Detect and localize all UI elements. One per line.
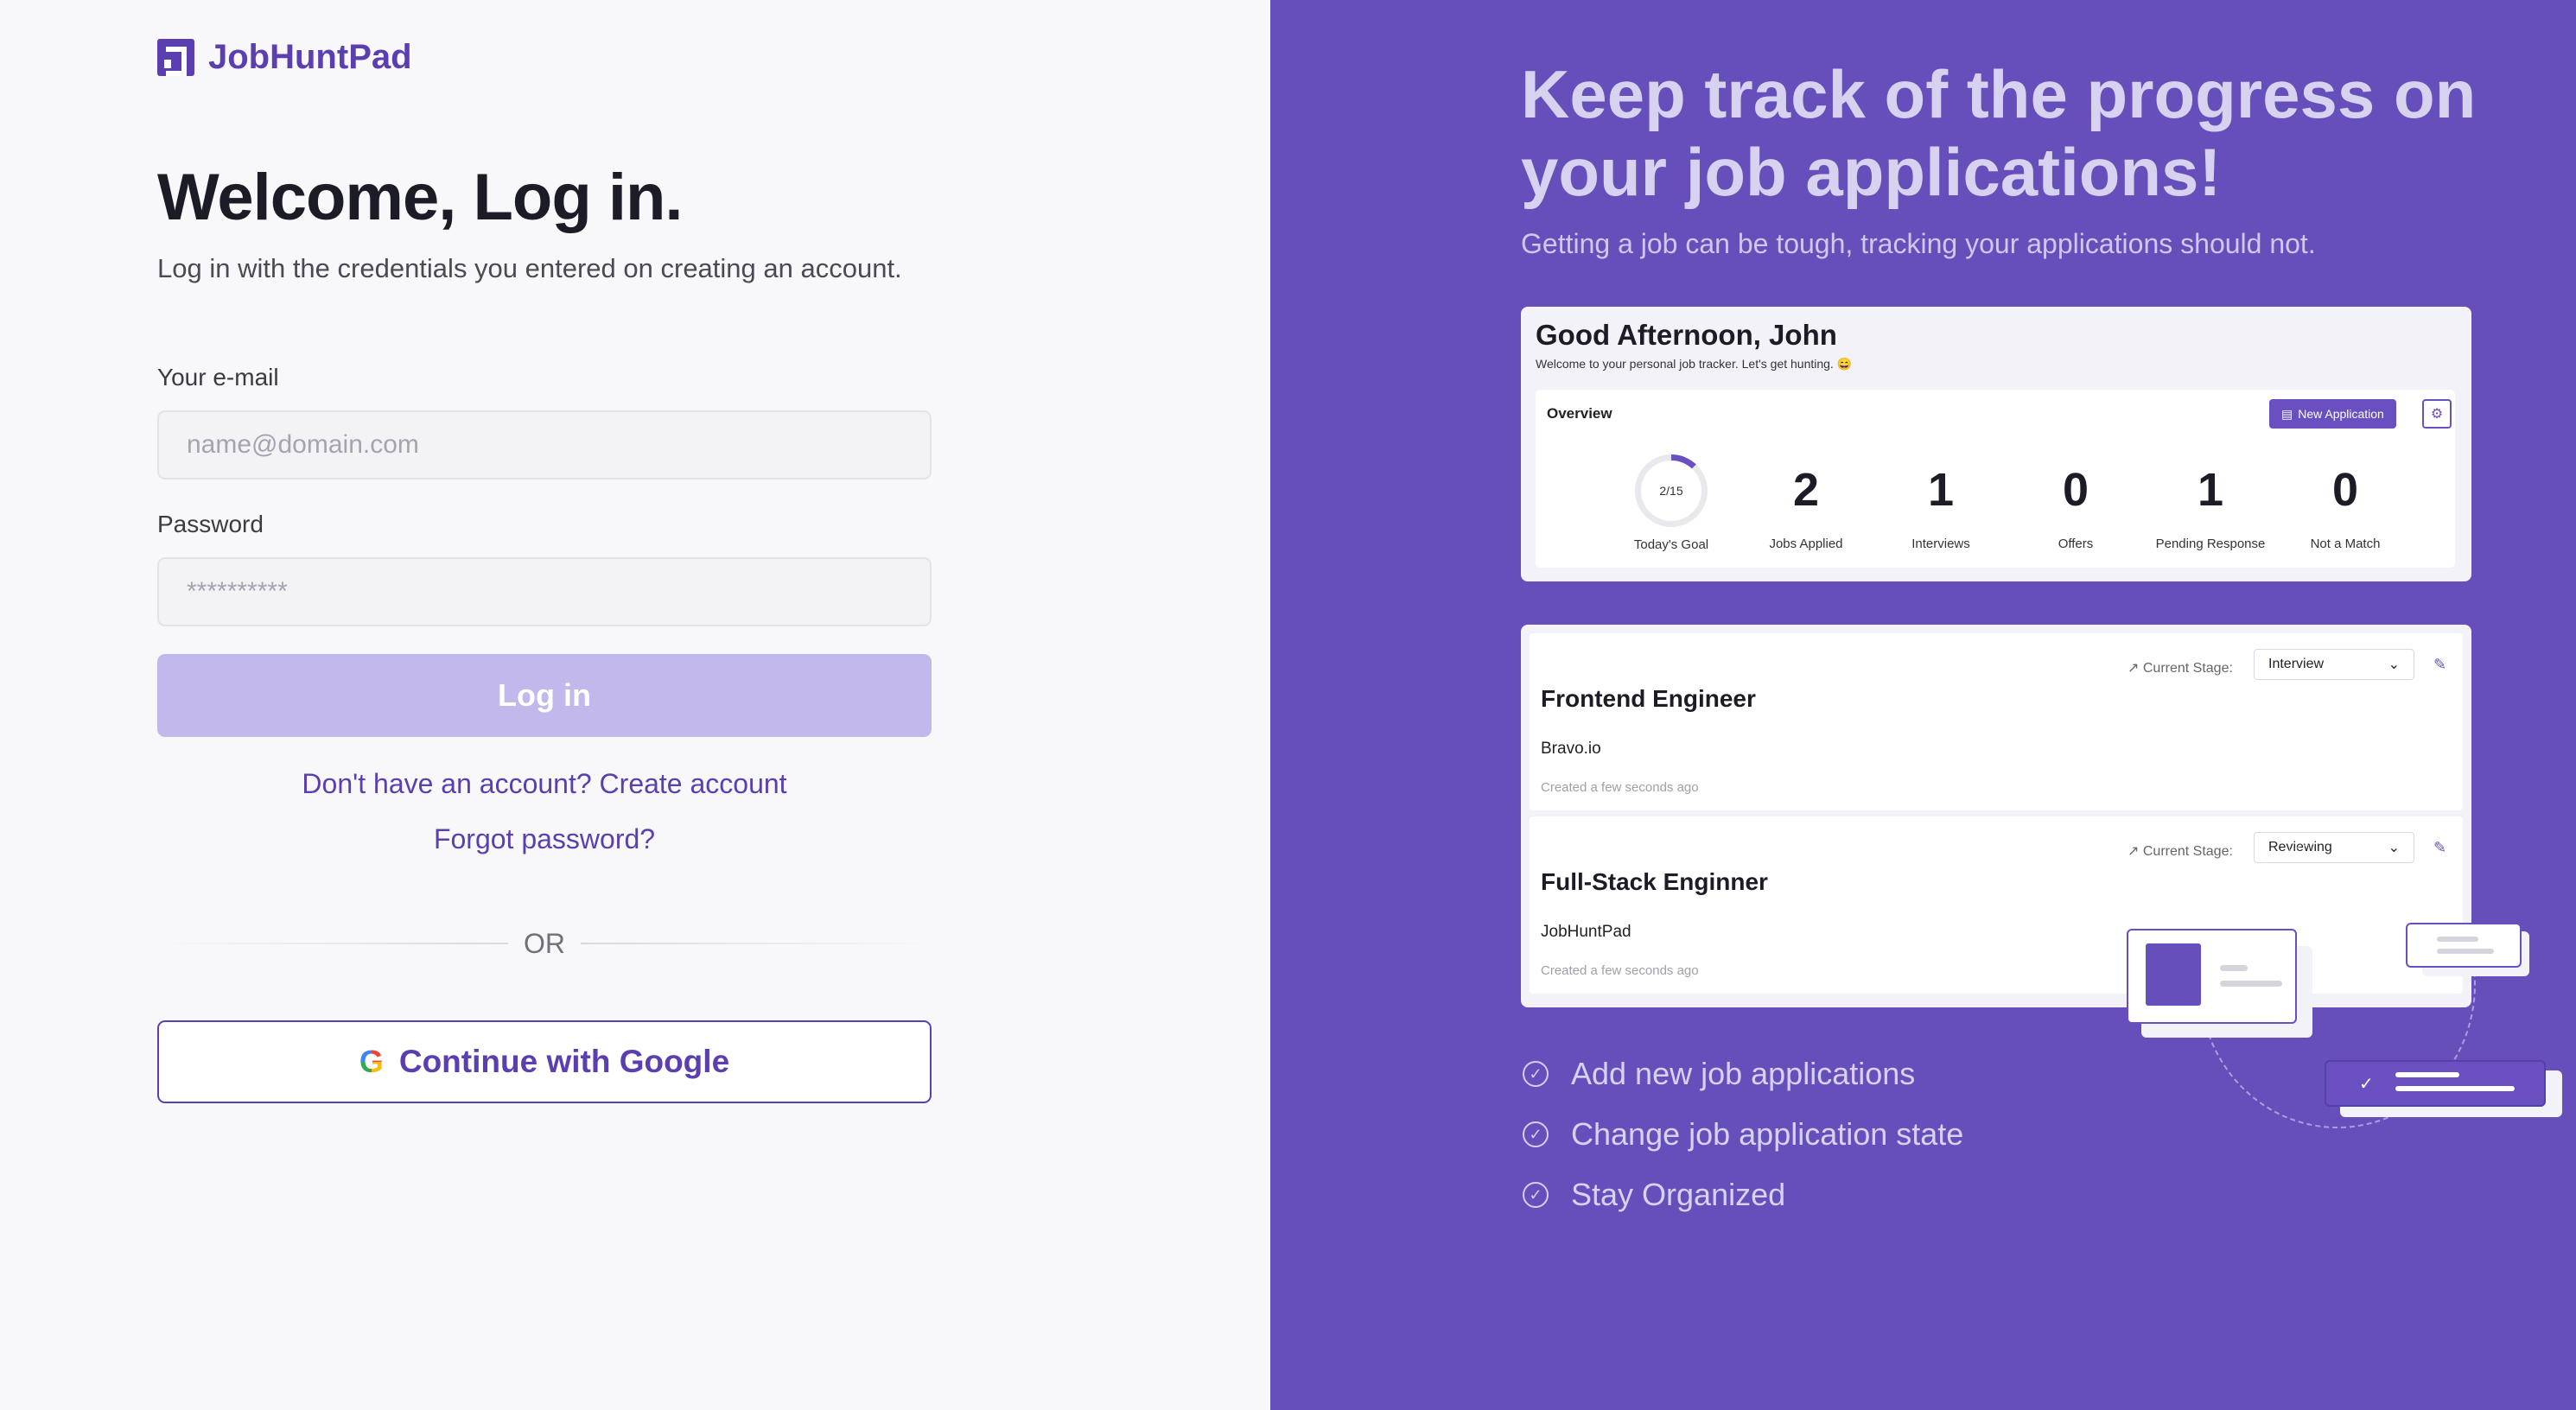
- stat-pending-response: 1 Pending Response: [2141, 459, 2280, 551]
- stat-label: Pending Response: [2155, 537, 2266, 551]
- stat-jobs-applied: 2 Jobs Applied: [1737, 459, 1875, 551]
- logo-icon: [157, 39, 194, 76]
- stat-label: Offers: [2058, 537, 2094, 551]
- image-placeholder-icon: [2146, 943, 2201, 1006]
- stat-value: 1: [1927, 464, 1955, 516]
- goal-progress-ring: 2/15: [1635, 454, 1708, 527]
- dashboard-greeting: Good Afternoon, John: [1536, 319, 1837, 351]
- brand-name: JobHuntPad: [208, 38, 412, 76]
- google-button-label: Continue with Google: [398, 1044, 730, 1079]
- page-subtitle: Log in with the credentials you entered …: [157, 253, 902, 283]
- new-application-button: ▤ New Application: [2269, 399, 2396, 429]
- goal-stat: 2/15 Today's Goal: [1602, 454, 1740, 552]
- page-title: Welcome, Log in.: [157, 161, 684, 234]
- email-label: Your e-mail: [157, 364, 279, 391]
- brand-logo[interactable]: JobHuntPad: [157, 38, 412, 77]
- or-text: OR: [524, 927, 565, 959]
- job-created: Created a few seconds ago: [1541, 780, 1699, 795]
- password-field[interactable]: [157, 557, 932, 626]
- stat-offers: 0 Offers: [2007, 459, 2145, 551]
- job-title: Full-Stack Enginner: [1541, 868, 1768, 895]
- divider-line-right: [581, 943, 932, 944]
- decorative-line: [2395, 1072, 2459, 1077]
- current-stage-label: ↗ Current Stage:: [2128, 844, 2233, 859]
- check-icon: ✓: [2359, 1075, 2374, 1094]
- decorative-line: [2437, 949, 2494, 954]
- edit-icon: ✎: [2433, 839, 2447, 856]
- decorative-card: ✓: [2325, 1060, 2546, 1107]
- feature-item: ✓ Stay Organized: [1523, 1177, 1785, 1213]
- document-icon: ▤: [2281, 406, 2293, 421]
- feature-text: Change job application state: [1571, 1116, 1964, 1152]
- feature-item: ✓ Change job application state: [1523, 1116, 1963, 1153]
- job-created: Created a few seconds ago: [1541, 963, 1699, 978]
- decorative-line: [2220, 965, 2248, 971]
- stat-value: 0: [2331, 464, 2359, 516]
- promo-subheading: Getting a job can be tough, tracking you…: [1521, 228, 2316, 259]
- job-company: Bravo.io: [1541, 740, 1601, 758]
- feature-item: ✓ Add new job applications: [1523, 1056, 1915, 1092]
- overview-title: Overview: [1547, 405, 1612, 422]
- stat-value: 0: [2062, 464, 2089, 516]
- email-field[interactable]: [157, 410, 932, 480]
- goal-label: Today's Goal: [1633, 537, 1709, 552]
- divider-line-left: [157, 943, 508, 944]
- login-button[interactable]: Log in: [157, 654, 932, 737]
- stat-label: Jobs Applied: [1769, 537, 1843, 551]
- stat-label: Interviews: [1911, 537, 1970, 551]
- dashboard-preview: Good Afternoon, John Welcome to your per…: [1521, 307, 2471, 581]
- check-circle-icon: ✓: [1523, 1182, 1549, 1208]
- check-circle-icon: ✓: [1523, 1061, 1549, 1087]
- stage-select: Interview ⌄: [2254, 649, 2414, 680]
- decorative-card: [2127, 929, 2297, 1024]
- decorative-line: [2395, 1086, 2515, 1091]
- job-card: ↗ Current Stage: Interview ⌄ ✎ Frontend E…: [1530, 633, 2463, 810]
- stat-value: 1: [2197, 464, 2224, 516]
- overview-card: Overview ▤ New Application ⚙ 2/15 Today'…: [1536, 390, 2455, 568]
- decorative-line: [2220, 981, 2282, 987]
- dashboard-greeting-sub: Welcome to your personal job tracker. Le…: [1536, 357, 1853, 371]
- edit-icon: ✎: [2433, 656, 2447, 673]
- forgot-password-link[interactable]: Forgot password?: [157, 823, 932, 855]
- or-divider: OR: [157, 926, 932, 961]
- job-title: Frontend Engineer: [1541, 685, 1756, 712]
- new-application-label: New Application: [2298, 407, 2384, 421]
- gear-icon: ⚙: [2422, 399, 2452, 429]
- decorative-card: [2406, 923, 2522, 968]
- google-icon: G: [359, 1044, 384, 1079]
- stat-label: Not a Match: [2310, 537, 2381, 551]
- job-company: JobHuntPad: [1541, 923, 1631, 941]
- stat-interviews: 1 Interviews: [1872, 459, 2010, 551]
- google-login-button[interactable]: G Continue with Google: [157, 1020, 932, 1103]
- check-circle-icon: ✓: [1523, 1121, 1549, 1147]
- feature-text: Stay Organized: [1571, 1177, 1786, 1212]
- goal-value: 2/15: [1659, 484, 1683, 498]
- feature-text: Add new job applications: [1571, 1056, 1916, 1091]
- promo-heading: Keep track of the progress on your job a…: [1521, 56, 2477, 210]
- chevron-down-icon: ⌄: [2388, 657, 2400, 672]
- create-account-link[interactable]: Don't have an account? Create account: [157, 768, 932, 800]
- stat-value: 2: [1792, 464, 1820, 516]
- stat-not-a-match: 0 Not a Match: [2276, 459, 2414, 551]
- decorative-line: [2437, 937, 2478, 942]
- login-panel: JobHuntPad Welcome, Log in. Log in with …: [0, 0, 1270, 1410]
- current-stage-label: ↗ Current Stage:: [2128, 661, 2233, 676]
- password-label: Password: [157, 511, 264, 537]
